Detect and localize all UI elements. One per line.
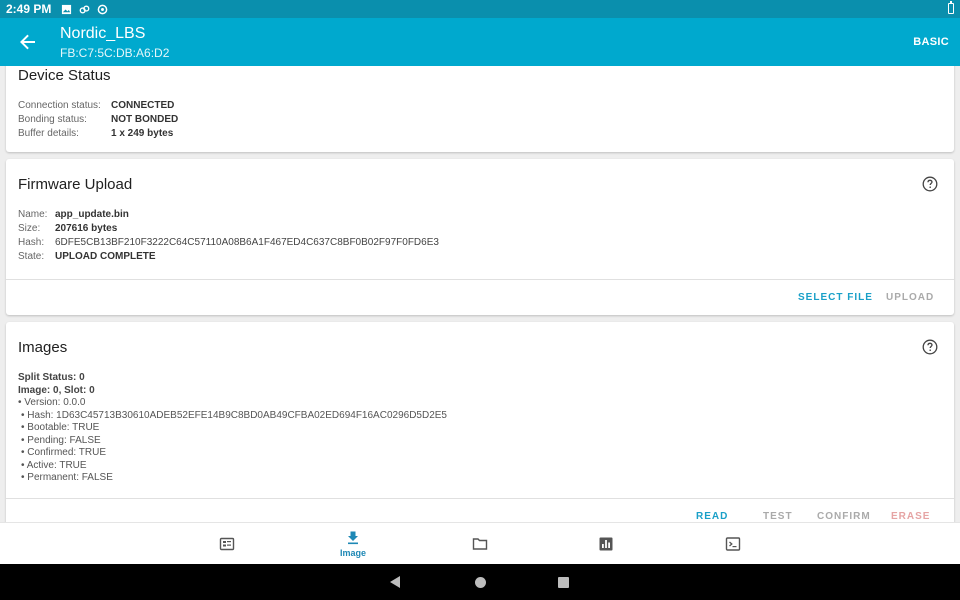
image-slot: Image: 0, Slot: 0: [18, 384, 95, 396]
file-hash-label: Hash:: [18, 236, 45, 248]
images-divider: [6, 498, 954, 499]
connection-status-row: Connection status: CONNECTED: [18, 98, 178, 112]
bonding-status-row: Bonding status: NOT BONDED: [18, 112, 178, 126]
system-navigation-bar: [0, 564, 960, 600]
upload-button[interactable]: UPLOAD: [886, 292, 934, 303]
file-name-label: Name:: [18, 208, 48, 220]
upload-state-row: State: UPLOAD COMPLETE: [18, 249, 439, 263]
select-file-button[interactable]: SELECT FILE: [798, 292, 873, 303]
main-content[interactable]: Device Status Connection status: CONNECT…: [0, 66, 960, 522]
app-bar: Nordic_LBS FB:C7:5C:DB:A6:D2 BASIC: [0, 18, 960, 66]
file-name-value: app_update.bin: [55, 208, 129, 220]
upload-state-value: UPLOAD COMPLETE: [55, 250, 156, 262]
status-bar: 2:49 PM: [0, 0, 960, 18]
folder-icon: [472, 538, 488, 550]
confirm-button[interactable]: CONFIRM: [817, 511, 871, 522]
buffer-details-value: 1 x 249 bytes: [111, 127, 174, 139]
image-confirmed: • Confirmed: TRUE: [21, 447, 107, 458]
stats-icon: [599, 537, 613, 551]
nav-image[interactable]: Image: [313, 523, 393, 565]
images-card: Images Split Status: 0 Image: 0, Slot: 0…: [6, 322, 954, 522]
buffer-details-label: Buffer details:: [18, 127, 79, 139]
bonding-status-value: NOT BONDED: [111, 113, 179, 125]
test-button[interactable]: TEST: [763, 511, 793, 522]
firmware-upload-card: Firmware Upload Name: app_update.bin Siz…: [6, 159, 954, 315]
buffer-details-row: Buffer details: 1 x 249 bytes: [18, 126, 178, 140]
device-status-card: Device Status Connection status: CONNECT…: [6, 66, 954, 152]
images-title: Images: [18, 339, 68, 356]
system-back-icon[interactable]: [390, 576, 400, 588]
firmware-divider: [6, 279, 954, 280]
image-pending: • Pending: FALSE: [21, 434, 101, 446]
read-button[interactable]: READ: [696, 511, 728, 522]
firmware-details: Name: app_update.bin Size: 207616 bytes …: [18, 207, 439, 263]
terminal-icon: [725, 537, 741, 551]
nav-terminal[interactable]: [693, 523, 773, 565]
device-name: Nordic_LBS: [60, 25, 146, 42]
help-icon[interactable]: [922, 176, 938, 192]
nav-image-label: Image: [339, 548, 366, 558]
back-arrow-icon[interactable]: [16, 30, 40, 54]
basic-mode-button[interactable]: BASIC: [913, 36, 949, 48]
upload-state-label: State:: [18, 250, 45, 262]
image-hash: • Hash: 1D63C45713B30610ADEB52EFE14B9C8B…: [21, 409, 447, 421]
firmware-upload-title: Firmware Upload: [18, 176, 133, 193]
image-permanent: • Permanent: FALSE: [21, 472, 113, 483]
device-status-title: Device Status: [18, 67, 111, 84]
erase-button[interactable]: ERASE: [891, 511, 930, 522]
split-status: Split Status: 0: [18, 372, 85, 383]
app-root: 2:49 PM Nordic_LBS FB:C7:5C:DB:A6:D2 BAS…: [0, 0, 960, 600]
bottom-navigation: Image: [0, 522, 960, 564]
device-address: FB:C7:5C:DB:A6:D2: [60, 46, 170, 60]
image-bootable: • Bootable: TRUE: [21, 422, 100, 433]
device-icon: [219, 537, 235, 551]
nav-device[interactable]: [187, 523, 267, 565]
system-recents-icon[interactable]: [558, 577, 569, 588]
system-home-icon[interactable]: [475, 577, 486, 588]
file-size-label: Size:: [18, 222, 41, 234]
sync-notification-icon: [98, 4, 108, 14]
help-icon[interactable]: [922, 339, 938, 355]
status-time: 2:49 PM: [6, 2, 52, 16]
connection-status-value: CONNECTED: [111, 99, 175, 111]
file-hash-row: Hash: 6DFE5CB13BF210F3222C64C57110A08B6A…: [18, 235, 439, 249]
file-hash-value: 6DFE5CB13BF210F3222C64C57110A08B6A1F467E…: [55, 236, 439, 248]
image-version: • Version: 0.0.0: [18, 397, 86, 408]
nav-stats[interactable]: [566, 523, 646, 565]
device-status-details: Connection status: CONNECTED Bonding sta…: [18, 98, 178, 140]
image-details: Split Status: 0 Image: 0, Slot: 0 • Vers…: [18, 372, 447, 485]
link-notification-icon: [79, 5, 90, 13]
nav-files[interactable]: [440, 523, 520, 565]
bonding-status-label: Bonding status:: [18, 113, 87, 125]
file-size-value: 207616 bytes: [55, 222, 118, 234]
connection-status-label: Connection status:: [18, 99, 101, 111]
battery-icon: [948, 1, 954, 14]
image-active: • Active: TRUE: [21, 459, 87, 471]
image-download-icon: [348, 531, 358, 545]
file-size-row: Size: 207616 bytes: [18, 221, 439, 235]
file-name-row: Name: app_update.bin: [18, 207, 439, 221]
image-notification-icon: [62, 4, 72, 14]
